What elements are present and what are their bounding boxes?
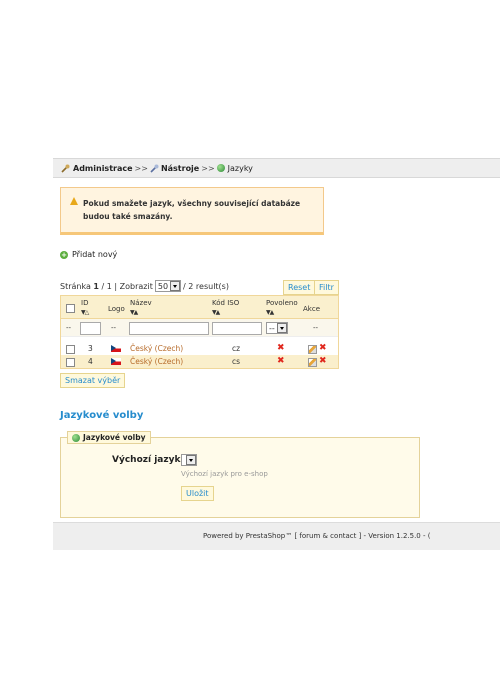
select-all-checkbox[interactable] [66, 304, 75, 313]
add-new-link[interactable]: + Přidat nový [60, 250, 117, 259]
row-name[interactable]: Český (Czech) [130, 357, 183, 366]
sort-arrows-icon[interactable]: ▼▲ [212, 309, 220, 316]
default-language-hint: Výchozí jazyk pro e-shop [181, 470, 268, 478]
default-language-select[interactable] [181, 454, 197, 466]
page-current: 1 [93, 281, 99, 291]
delete-icon[interactable]: ✖ [319, 344, 327, 353]
filter-button[interactable]: Filtr [314, 280, 339, 295]
filter-row: -- -- -- -- [61, 319, 338, 337]
header-iso: Kód ISO [212, 299, 240, 307]
row-iso: cs [232, 357, 241, 366]
row-iso: cz [232, 344, 241, 353]
row-name[interactable]: Český (Czech) [130, 344, 183, 353]
czech-flag-icon [111, 358, 121, 365]
filter-dash: -- [111, 324, 117, 332]
warning-box: Pokud smažete jazyk, všechny související… [60, 187, 324, 235]
delete-selected-button[interactable]: Smazat výběr [60, 373, 126, 388]
row-checkbox[interactable] [66, 345, 75, 354]
header-active: Povoleno [266, 299, 298, 307]
footer-text: Powered by PrestaShop™ [ forum & contact… [203, 532, 431, 540]
row-id: 4 [88, 357, 93, 366]
per-page-value: 50 [157, 281, 169, 291]
page-total: / 1 | Zobrazit [101, 281, 153, 291]
breadcrumb-separator: >> [134, 163, 148, 173]
filter-id-input[interactable] [80, 322, 101, 335]
reset-button[interactable]: Reset [283, 280, 316, 295]
delete-icon[interactable]: ✖ [319, 357, 327, 366]
legend-label: Jazykové volby [83, 433, 146, 442]
fieldset-legend: Jazykové volby [67, 431, 151, 444]
table-row[interactable]: 3 Český (Czech) cz ✖ ✖ [61, 342, 338, 355]
row-checkbox[interactable] [66, 358, 75, 367]
warning-icon [70, 197, 78, 205]
header-name: Název [130, 299, 152, 307]
add-icon: + [60, 250, 68, 259]
table-row[interactable]: 4 Český (Czech) cs ✖ ✖ [61, 355, 338, 368]
filter-active-select[interactable]: -- [266, 322, 288, 334]
filter-dash: -- [313, 324, 319, 332]
chevron-down-icon [276, 323, 287, 333]
globe-icon [216, 164, 225, 172]
default-language-label: Výchozí jazyk: [112, 455, 185, 465]
sort-arrows-icon[interactable]: ▼▲ [266, 309, 274, 316]
edit-icon[interactable] [308, 345, 317, 354]
results-count: / 2 result(s) [183, 281, 229, 291]
add-new-label: Přidat nový [72, 250, 118, 259]
header-actions: Akce [303, 305, 320, 313]
wrench-icon [61, 164, 70, 173]
footer: Powered by PrestaShop™ [ forum & contact… [53, 522, 500, 550]
breadcrumb-administrace[interactable]: Administrace [73, 164, 133, 173]
disabled-x-icon[interactable]: ✖ [277, 344, 285, 353]
chevron-down-icon [186, 455, 196, 465]
disabled-x-icon[interactable]: ✖ [277, 357, 285, 366]
filter-name-input[interactable] [129, 322, 209, 335]
languages-table: ID ▼△ Logo Název ▼▲ Kód ISO ▼▲ Povoleno … [60, 295, 339, 369]
breadcrumb-nastroje[interactable]: Nástroje [161, 164, 199, 173]
sort-arrows-icon[interactable]: ▼△ [81, 309, 89, 316]
header-id: ID [81, 299, 89, 307]
breadcrumb-jazyky: Jazyky [227, 163, 253, 173]
breadcrumb-separator: >> [201, 163, 215, 173]
breadcrumb: Administrace >> Nástroje >> Jazyky [53, 158, 500, 178]
row-id: 3 [88, 344, 93, 353]
section-title: Jazykové volby [60, 410, 144, 421]
pagination: Stránka 1 / 1 | Zobrazit 50 / 2 result(s… [60, 280, 229, 292]
edit-icon[interactable] [308, 358, 317, 367]
warning-text: Pokud smažete jazyk, všechny související… [83, 199, 301, 221]
sort-arrows-icon[interactable]: ▼▲ [130, 309, 138, 316]
chevron-down-icon [170, 281, 181, 291]
globe-icon [72, 433, 80, 442]
czech-flag-icon [111, 345, 121, 352]
filter-dash: -- [66, 324, 72, 332]
wrench-icon [150, 164, 159, 173]
filter-active-value: -- [269, 323, 275, 333]
save-button[interactable]: Uložit [181, 486, 214, 501]
per-page-select[interactable]: 50 [154, 280, 182, 292]
page-label: Stránka [60, 281, 91, 291]
filter-iso-input[interactable] [212, 322, 262, 335]
header-logo: Logo [108, 305, 125, 313]
table-header: ID ▼△ Logo Název ▼▲ Kód ISO ▼▲ Povoleno … [61, 296, 338, 319]
